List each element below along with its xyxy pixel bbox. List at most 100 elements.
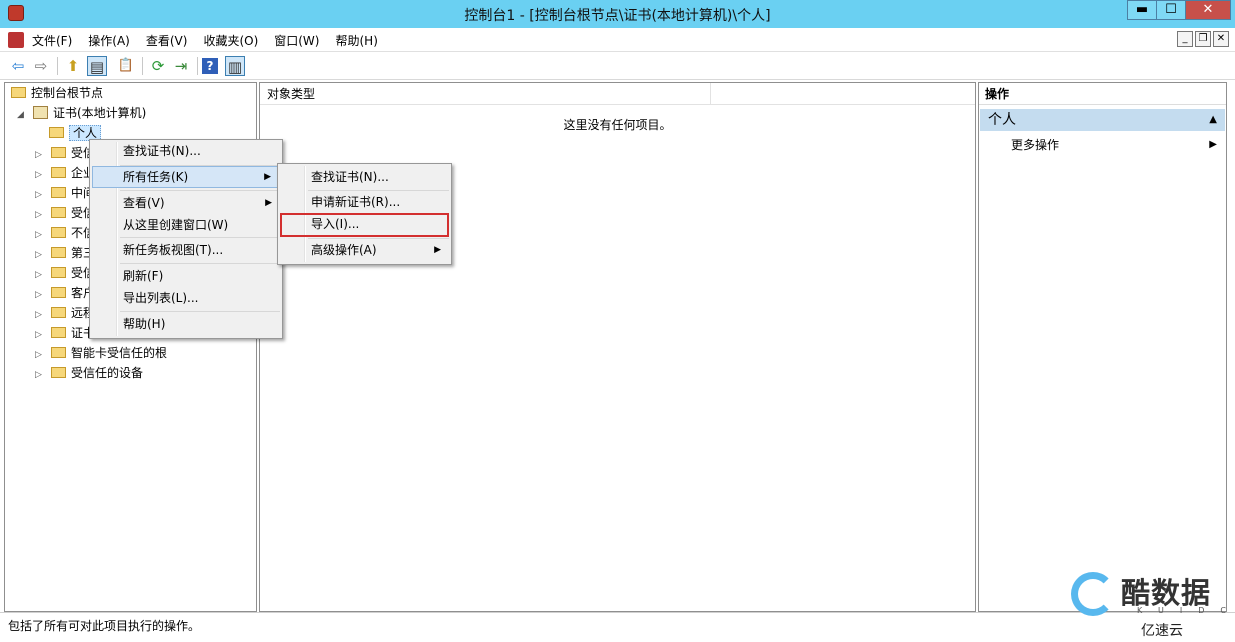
expand-icon[interactable]: ▷ [35,365,45,385]
expand-icon[interactable]: ▷ [35,285,45,305]
collapse-icon[interactable]: ◢ [17,105,27,125]
submenu-arrow-icon: ▶ [265,198,272,208]
expand-icon[interactable]: ▷ [35,265,45,285]
submenu-item-request-new-certificate[interactable]: 申请新证书(R)... [280,191,449,213]
expand-icon[interactable]: ▷ [35,185,45,205]
submenu-item-advanced-operations[interactable]: 高级操作(A) ▶ [280,239,449,261]
expand-icon[interactable]: ▷ [35,305,45,325]
tree-node[interactable]: ▷ 远程 [35,303,95,323]
menu-item-refresh[interactable]: 刷新(F) [92,265,280,287]
toolbar-separator [197,57,198,75]
menu-separator [120,190,280,191]
mdi-close-button[interactable]: ✕ [1213,31,1229,47]
status-bar: 包括了所有可对此项目执行的操作。 [0,612,1235,642]
menu-action[interactable]: 操作(A) [88,32,130,49]
watermark: 酷数据 KUIDC 亿速云 [1063,568,1228,642]
window-titlebar[interactable]: 控制台1 - [控制台根节点\证书(本地计算机)\个人] ▬ ☐ ✕ [0,0,1235,28]
menu-separator [120,263,280,264]
minimize-button[interactable]: ▬ [1127,0,1157,20]
maximize-button[interactable]: ☐ [1156,0,1186,20]
collapse-icon[interactable]: ▲ [1209,109,1217,131]
menu-item-help[interactable]: 帮助(H) [92,313,280,335]
watermark-logo-icon [1071,572,1115,616]
actions-group-personal[interactable]: 个人 ▲ [980,109,1225,131]
toolbar-separator [142,57,143,75]
tree-node[interactable]: ▷ 客户 [35,283,95,303]
menu-items: 文件(F) 操作(A) 查看(V) 收藏夹(O) 窗口(W) 帮助(H) [32,32,394,49]
menu-favorites[interactable]: 收藏夹(O) [203,32,258,49]
tree-node-certificates[interactable]: ◢ 证书(本地计算机) [17,103,146,123]
menu-item-new-window-from-here[interactable]: 从这里创建窗口(W) [92,214,280,236]
tree-node[interactable]: ▷ 不信 [35,223,95,243]
help-icon[interactable]: ? [202,58,218,74]
tree-node[interactable]: ▷ 第三 [35,243,95,263]
mdi-restore-button[interactable]: ❐ [1195,31,1211,47]
expand-icon[interactable]: ▷ [35,345,45,365]
folder-icon [51,347,66,358]
export-list-icon[interactable]: ⇥ [171,56,191,76]
watermark-brand2: 亿速云 [1141,623,1183,639]
submenu-arrow-icon: ▶ [264,172,271,182]
certificate-store-icon [33,106,48,119]
menu-window[interactable]: 窗口(W) [274,32,319,49]
tree-node[interactable]: ▷ 中间 [35,183,95,203]
submenu-arrow-icon: ▶ [1209,139,1217,150]
results-pane[interactable]: 对象类型 这里没有任何项目。 [259,82,976,612]
expand-icon[interactable]: ▷ [35,245,45,265]
menu-item-all-tasks[interactable]: 所有任务(K) ▶ [92,166,280,188]
menu-bar: 文件(F) 操作(A) 查看(V) 收藏夹(O) 窗口(W) 帮助(H) _ ❐… [0,28,1235,52]
mdi-minimize-button[interactable]: _ [1177,31,1193,47]
tree-node-trusted-devices[interactable]: ▷ 受信任的设备 [35,363,143,383]
expand-icon[interactable]: ▷ [35,165,45,185]
window-controls: ▬ ☐ ✕ [1127,0,1231,20]
menu-item-export-list[interactable]: 导出列表(L)... [92,287,280,309]
menu-view[interactable]: 查看(V) [146,32,188,49]
refresh-icon[interactable]: ⟳ [148,56,168,76]
folder-icon [51,367,66,378]
expand-icon[interactable]: ▷ [35,145,45,165]
show-hide-action-pane-icon[interactable]: ▥ [225,56,245,76]
forward-arrow-icon[interactable]: ⇨ [31,56,51,76]
tree-node[interactable]: ▷ 受信 [35,263,95,283]
show-hide-tree-icon[interactable]: ▤ [87,56,107,76]
clipboard-icon[interactable]: 📋 [116,56,136,76]
up-folder-icon[interactable]: ⬆ [63,56,83,76]
tree-node[interactable]: ▷ 企业 [35,163,95,183]
console-icon[interactable] [8,32,24,48]
folder-icon [51,267,66,278]
folder-icon [51,327,66,338]
actions-header: 操作 [979,83,1226,105]
menu-item-label: 查看(V) [123,196,165,210]
menu-item-label: 高级操作(A) [311,243,377,257]
back-arrow-icon[interactable]: ⇦ [8,56,28,76]
tree-node[interactable]: ▷ 证书 [35,323,95,343]
expand-icon[interactable]: ▷ [35,325,45,345]
tree-node[interactable]: ▷ 受信 [35,143,95,163]
menu-item-view[interactable]: 查看(V) ▶ [92,192,280,214]
folder-icon [51,287,66,298]
expand-icon[interactable]: ▷ [35,225,45,245]
folder-icon [49,127,64,138]
menu-item-new-taskpad-view[interactable]: 新任务板视图(T)... [92,239,280,261]
more-actions-item[interactable]: 更多操作 ▶ [1011,135,1219,155]
toolbar: ⇦ ⇨ ⬆ ▤ 📋 ⟳ ⇥ ? ▥ [0,52,1235,80]
expand-icon[interactable]: ▷ [35,205,45,225]
close-button[interactable]: ✕ [1185,0,1231,20]
tree-root[interactable]: 控制台根节点 [11,83,103,103]
tree-node-smartcard-root[interactable]: ▷ 智能卡受信任的根 [35,343,167,363]
menu-separator [120,311,280,312]
menu-help[interactable]: 帮助(H) [335,32,377,49]
all-tasks-submenu: 查找证书(N)... 申请新证书(R)... 导入(I)... 高级操作(A) ▶ [277,163,452,265]
menu-item-find-certificates[interactable]: 查找证书(N)... [92,140,280,162]
column-header-object-type[interactable]: 对象类型 [260,83,711,105]
submenu-item-import[interactable]: 导入(I)... [280,213,449,237]
menu-file[interactable]: 文件(F) [32,32,72,49]
menu-item-label: 所有任务(K) [123,170,189,184]
submenu-item-find-certificates[interactable]: 查找证书(N)... [280,166,449,188]
folder-icon [51,247,66,258]
actions-group-label: 个人 [988,112,1016,128]
watermark-sub: KUIDC [1137,606,1235,615]
folder-icon [51,167,66,178]
tree-node[interactable]: ▷ 受信 [35,203,95,223]
folder-icon [11,87,26,98]
